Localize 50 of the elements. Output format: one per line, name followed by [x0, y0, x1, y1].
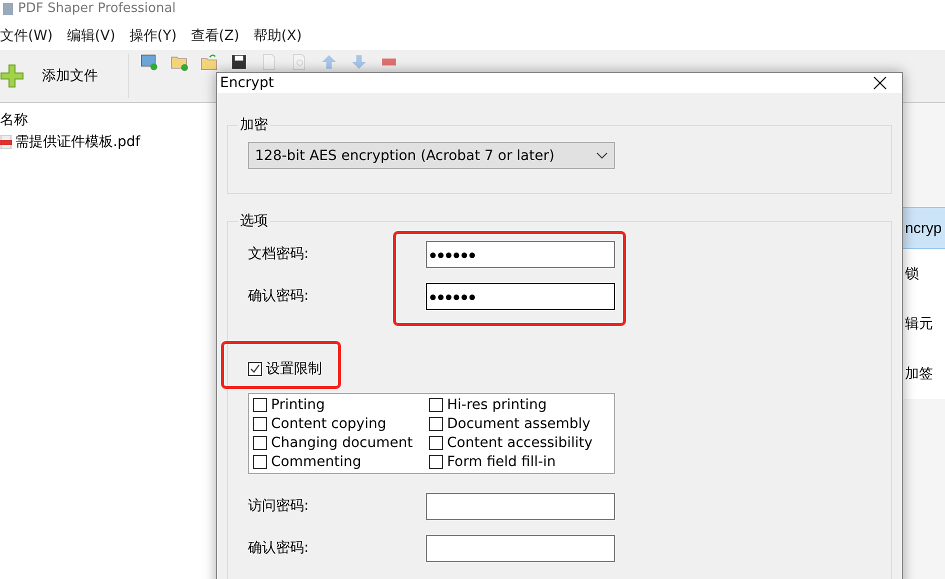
checkbox[interactable] [253, 436, 267, 450]
checkbox[interactable] [253, 417, 267, 431]
app-title: PDF Shaper Professional [18, 1, 176, 17]
checkbox[interactable] [429, 417, 443, 431]
pdf-file-icon [0, 135, 12, 149]
plus-icon [0, 64, 24, 88]
menu-item[interactable]: 帮助(X) [253, 27, 302, 45]
checkbox-label: Changing document [271, 435, 413, 451]
field-label: 文档密码: [248, 245, 310, 263]
dialog-title: Encrypt [220, 75, 274, 91]
group-title: 选项 [239, 212, 269, 230]
column-header: 名称 [0, 111, 28, 130]
side-panel-item[interactable]: 辑元 [903, 299, 945, 349]
checkbox[interactable] [429, 436, 443, 450]
add-file-button[interactable]: 添加文件 [0, 54, 129, 98]
checkbox[interactable] [429, 455, 443, 469]
side-panel-item[interactable]: 加签 [903, 349, 945, 399]
field-label: 确认密码: [248, 539, 310, 557]
encryption-dropdown[interactable]: 128-bit AES encryption (Acrobat 7 or later) [248, 142, 615, 169]
password-field[interactable] [426, 492, 615, 520]
password-field[interactable] [426, 534, 615, 562]
field-label: 访问密码: [248, 497, 310, 515]
password-field[interactable]: ●●●●●● [426, 240, 615, 268]
caret-icon [596, 152, 608, 160]
side-panel-item[interactable]: 锁 [903, 249, 945, 299]
menu-item[interactable]: 文件(W) [0, 27, 53, 45]
checkbox-label: Form field fill-in [447, 454, 556, 470]
checkbox-label: Hi-res printing [447, 397, 547, 413]
checkbox-label: Content accessibility [447, 435, 593, 451]
menu-item[interactable]: 编辑(V) [66, 27, 116, 45]
group-title: 加密 [239, 116, 269, 134]
checkbox[interactable] [253, 398, 267, 412]
save-icon[interactable] [229, 53, 249, 71]
checkbox-label: Commenting [271, 454, 362, 470]
open-folder-icon[interactable] [199, 53, 219, 71]
add-image-icon[interactable] [139, 53, 159, 71]
password-field[interactable]: ●●●●●● [426, 282, 615, 310]
checkbox-label: Content copying [271, 416, 386, 432]
checkbox[interactable] [248, 362, 262, 376]
checkbox[interactable] [253, 455, 267, 469]
checkbox[interactable] [429, 398, 443, 412]
checkbox-label: 设置限制 [266, 360, 322, 378]
file-name[interactable]: 需提供证件模板.pdf [15, 133, 140, 151]
field-label: 确认密码: [248, 287, 310, 305]
checkbox-label: Printing [271, 397, 325, 413]
menu-item[interactable]: 操作(Y) [129, 27, 177, 45]
checkbox-label: Document assembly [447, 416, 590, 432]
app-icon [2, 3, 14, 15]
side-panel-item[interactable]: ncryp [903, 207, 945, 249]
menu-item[interactable]: 查看(Z) [190, 27, 240, 45]
